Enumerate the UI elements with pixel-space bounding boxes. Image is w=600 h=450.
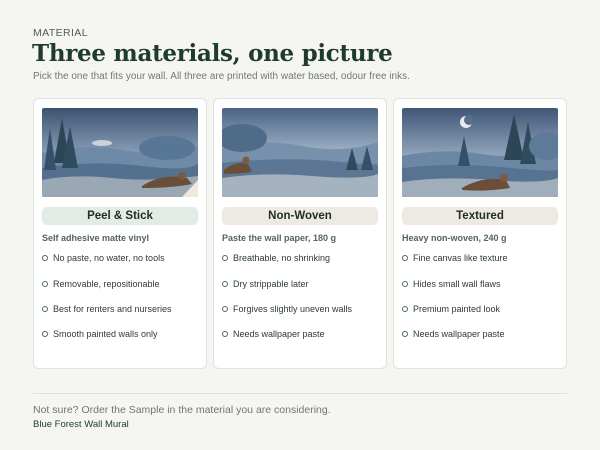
- section-divider: [33, 393, 567, 394]
- sample-note: Not sure? Order the Sample in the materi…: [33, 404, 331, 416]
- material-card-non-woven[interactable]: Non-Woven Paste the wall paper, 180 g Br…: [213, 98, 387, 369]
- mural-preview-image: [222, 108, 378, 197]
- material-description: Heavy non-woven, 240 g: [402, 233, 507, 243]
- feature-text: Smooth painted walls only: [53, 329, 158, 339]
- material-name-pill: Peel & Stick: [42, 207, 198, 225]
- bullet-circle-icon: [222, 281, 228, 287]
- mural-preview-image: [402, 108, 558, 197]
- feature-text: Hides small wall flaws: [413, 279, 501, 289]
- feature-text: Breathable, no shrinking: [233, 253, 331, 263]
- mural-preview-image: [42, 108, 198, 197]
- material-card-textured[interactable]: Textured Heavy non-woven, 240 g Fine can…: [393, 98, 567, 369]
- material-card-peel-stick[interactable]: Peel & Stick Self adhesive matte vinyl N…: [33, 98, 207, 369]
- eyebrow-label: MATERIAL: [33, 27, 88, 39]
- product-name: Blue Forest Wall Mural: [33, 419, 129, 430]
- material-description: Self adhesive matte vinyl: [42, 233, 150, 243]
- feature-text: Best for renters and nurseries: [53, 304, 172, 314]
- feature-text: Forgives slightly uneven walls: [233, 304, 353, 314]
- feature-text: Removable, repositionable: [53, 279, 160, 289]
- bullet-circle-icon: [402, 255, 408, 261]
- feature-text: No paste, no water, no tools: [53, 253, 165, 263]
- bullet-circle-icon: [42, 255, 48, 261]
- bullet-circle-icon: [42, 306, 48, 312]
- feature-text: Dry strippable later: [233, 279, 309, 289]
- material-name-pill: Textured: [402, 207, 558, 225]
- bullet-circle-icon: [222, 255, 228, 261]
- bullet-circle-icon: [402, 281, 408, 287]
- feature-text: Needs wallpaper paste: [413, 329, 505, 339]
- bullet-circle-icon: [42, 281, 48, 287]
- feature-text: Fine canvas like texture: [413, 253, 508, 263]
- material-name-pill: Non-Woven: [222, 207, 378, 225]
- bullet-circle-icon: [42, 331, 48, 337]
- feature-text: Needs wallpaper paste: [233, 329, 325, 339]
- bullet-circle-icon: [402, 331, 408, 337]
- page-subtitle: Pick the one that fits your wall. All th…: [33, 71, 410, 82]
- bullet-circle-icon: [222, 331, 228, 337]
- bullet-circle-icon: [222, 306, 228, 312]
- material-description: Paste the wall paper, 180 g: [222, 233, 337, 243]
- page-title: Three materials, one picture: [32, 40, 393, 67]
- bullet-circle-icon: [402, 306, 408, 312]
- feature-text: Premium painted look: [413, 304, 501, 314]
